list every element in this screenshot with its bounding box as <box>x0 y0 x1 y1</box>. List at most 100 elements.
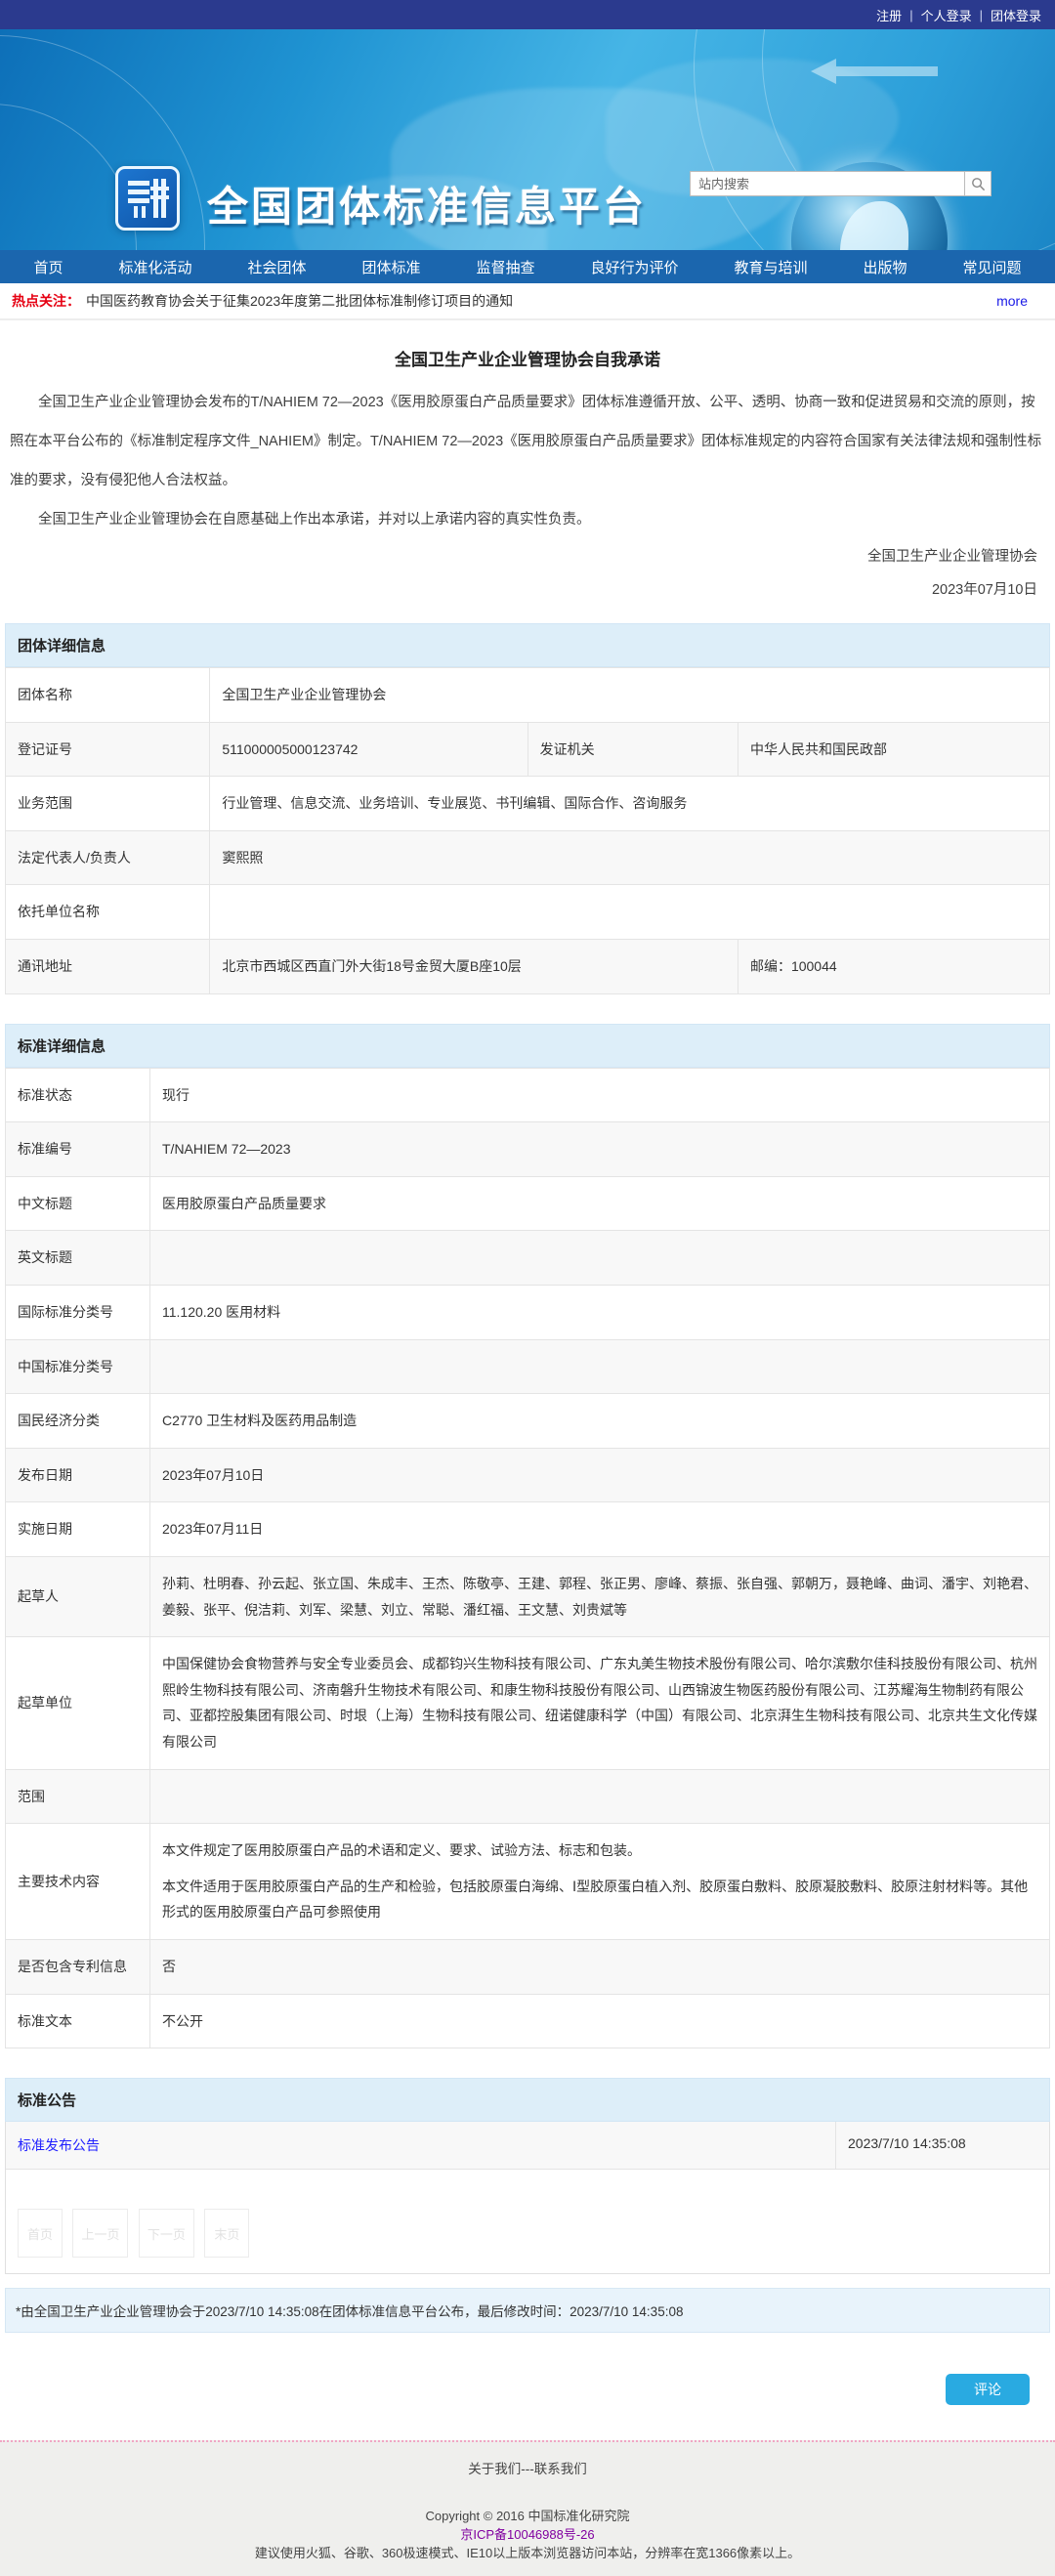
icp-license-link[interactable]: 京ICP备10046988号-26 <box>460 2527 594 2542</box>
table-row: 实施日期 2023年07月11日 <box>5 1501 1050 1557</box>
announcement-row: 标准发布公告 2023/7/10 14:35:08 <box>6 2122 1049 2171</box>
arrow-decoration <box>811 59 938 84</box>
footer-about-line: 关于我们---联系我们 <box>0 2458 1055 2477</box>
hot-notice-bar: 热点关注： 中国医药教育协会关于征集2023年度第二批团体标准制修订项目的通知 … <box>0 283 1055 320</box>
platform-logo-icon <box>115 166 180 231</box>
signer-date: 2023年07月10日 <box>931 582 1037 599</box>
drafting-units-value: 中国保健协会食物营养与安全专业委员会、成都钧兴生物科技有限公司、广东丸美生物技术… <box>149 1636 1050 1770</box>
row-label: 发布日期 <box>5 1447 150 1503</box>
nav-item-home[interactable]: 首页 <box>33 257 63 277</box>
nav-item-good-practice[interactable]: 良好行为评价 <box>590 257 678 277</box>
site-search <box>690 171 992 196</box>
promise-paragraph: 全国卫生产业企业管理协会在自愿基础上作出本承诺，并对以上承诺内容的真实性负责。 <box>38 511 591 528</box>
table-row: 登记证号 511000005000123742 发证机关 中华人民共和国民政部 <box>4 721 1051 778</box>
drafters-value: 孙莉、杜明春、孙云起、张立国、朱成丰、王杰、陈敬亭、王建、郭程、张正男、廖峰、蔡… <box>149 1555 1050 1638</box>
row-label: 实施日期 <box>5 1501 150 1557</box>
reg-no-value: 511000005000123742 <box>209 721 528 778</box>
section-title: 标准公告 <box>5 2078 1050 2123</box>
table-row: 起草人 孙莉、杜明春、孙云起、张立国、朱成丰、王杰、陈敬亭、王建、郭程、张正男、… <box>5 1555 1050 1638</box>
table-row: 发布日期 2023年07月10日 <box>5 1447 1050 1503</box>
pagination-first-button[interactable]: 首页 <box>18 2209 63 2259</box>
tech-content-value: 本文件规定了医用胶原蛋白产品的术语和定义、要求、试验方法、标志和包装。 本文件适… <box>149 1823 1050 1940</box>
comment-row: 评论 <box>0 2333 1055 2440</box>
legal-rep-value: 窦熙照 <box>209 829 1050 886</box>
table-row: 法定代表人/负责人 窦熙照 <box>4 829 1050 886</box>
row-label: 团体名称 <box>4 667 211 723</box>
promise-paragraph: 全国卫生产业企业管理协会发布的T/NAHIEM 72—2023《医用胶原蛋白产品… <box>10 395 1042 488</box>
copyright-text: Copyright © 2016 中国标准化研究院 <box>425 2509 630 2524</box>
row-label: 法定代表人/负责人 <box>4 829 211 886</box>
page: 注册 | 个人登录 | 团体登录 全国团体标准信息平台 站内搜索 首页 标准化活… <box>0 0 1055 2576</box>
tech-content-line: 本文件规定了医用胶原蛋白产品的术语和定义、要求、试验方法、标志和包装。 <box>162 1842 641 1859</box>
announcement-time: 2023/7/10 14:35:08 <box>835 2122 1049 2170</box>
row-label: 起草单位 <box>5 1636 150 1770</box>
nav-item-faq[interactable]: 常见问题 <box>962 257 1021 277</box>
row-label: 业务范围 <box>4 776 211 831</box>
pagination-last-button[interactable]: 末页 <box>204 2209 250 2259</box>
nav-item-education[interactable]: 教育与培训 <box>734 257 807 277</box>
tech-content-line: 本文件适用于医用胶原蛋白产品的生产和检验，包括胶原蛋白海绵、Ⅰ型胶原蛋白植入剂、… <box>162 1878 1029 1921</box>
register-link[interactable]: 注册 <box>876 6 902 24</box>
table-row: 英文标题 <box>5 1230 1050 1287</box>
announcement-link[interactable]: 标准发布公告 <box>18 2137 100 2153</box>
pagination-prev-button[interactable]: 上一页 <box>72 2209 129 2259</box>
separator: | <box>979 7 983 22</box>
postcode-value: 邮编：100044 <box>737 939 1051 994</box>
row-label: 依托单位名称 <box>4 884 211 941</box>
scope-value: 行业管理、信息交流、业务培训、专业展览、书刊编辑、国际合作、咨询服务 <box>209 776 1050 831</box>
group-login-link[interactable]: 团体登录 <box>991 6 1041 24</box>
table-row: 依托单位名称 <box>4 884 1050 941</box>
search-input[interactable] <box>690 171 965 196</box>
contact-us-link[interactable]: 联系我们 <box>534 2462 587 2476</box>
about-us-link[interactable]: 关于我们 <box>468 2462 521 2476</box>
section-title: 团体详细信息 <box>5 623 1050 668</box>
row-label: 通讯地址 <box>4 939 211 994</box>
browser-advice-text: 建议使用火狐、谷歌、360极速模式、IE10以上版本浏览器访问本站，分辨率在宽1… <box>254 2546 801 2561</box>
table-row: 范围 <box>5 1768 1050 1825</box>
row-label: 中国标准分类号 <box>5 1338 150 1395</box>
hot-notice-link[interactable]: 中国医药教育协会关于征集2023年度第二批团体标准制修订项目的通知 <box>86 291 513 311</box>
nav-item-group-standards[interactable]: 团体标准 <box>361 257 420 277</box>
rely-unit-value <box>209 884 1050 941</box>
group-name-value: 全国卫生产业企业管理协会 <box>209 667 1050 723</box>
standard-info-table: 标准状态 现行 标准编号 T/NAHIEM 72—2023 中文标题 医用胶原蛋… <box>5 1067 1050 2049</box>
row-label: 范围 <box>5 1768 150 1825</box>
comment-button[interactable]: 评论 <box>946 2374 1030 2406</box>
more-link[interactable]: more <box>996 293 1028 309</box>
pagination-next-button[interactable]: 下一页 <box>138 2209 194 2259</box>
address-value: 北京市西城区西直门外大街18号金贸大厦B座10层 <box>209 939 738 994</box>
table-row: 国民经济分类 C2770 卫生材料及医药用品制造 <box>5 1393 1050 1449</box>
row-label: 国民经济分类 <box>5 1393 150 1449</box>
table-row: 中国标准分类号 <box>5 1338 1050 1395</box>
promise-text: 全国卫生产业企业管理协会发布的T/NAHIEM 72—2023《医用胶原蛋白产品… <box>0 384 1055 540</box>
signer-name: 全国卫生产业企业管理协会 <box>867 548 1037 565</box>
personal-login-link[interactable]: 个人登录 <box>921 6 972 24</box>
ccs-value <box>149 1338 1050 1395</box>
status-value: 现行 <box>149 1067 1050 1123</box>
nav-item-standardization-activities[interactable]: 标准化活动 <box>118 257 191 277</box>
search-button[interactable] <box>965 171 992 196</box>
standard-no-value: T/NAHIEM 72—2023 <box>149 1121 1050 1177</box>
row-label: 标准文本 <box>5 1993 150 2049</box>
economy-class-value: C2770 卫生材料及医药用品制造 <box>149 1393 1050 1449</box>
table-row: 国际标准分类号 11.120.20 医用材料 <box>5 1285 1050 1340</box>
announcement-section: 标准公告 标准发布公告 2023/7/10 14:35:08 首页 上一页 下一… <box>5 2078 1050 2275</box>
row-label: 标准编号 <box>5 1121 150 1177</box>
nav-item-social-groups[interactable]: 社会团体 <box>247 257 306 277</box>
table-row: 团体名称 全国卫生产业企业管理协会 <box>4 667 1050 723</box>
row-label: 是否包含专利信息 <box>5 1938 150 1995</box>
table-row: 标准状态 现行 <box>5 1067 1050 1123</box>
publish-date-value: 2023年07月10日 <box>149 1447 1050 1503</box>
main-nav: 首页 标准化活动 社会团体 团体标准 监督抽查 良好行为评价 教育与培训 出版物… <box>0 250 1055 283</box>
nav-item-publications[interactable]: 出版物 <box>863 257 907 277</box>
table-row: 主要技术内容 本文件规定了医用胶原蛋白产品的术语和定义、要求、试验方法、标志和包… <box>5 1823 1050 1940</box>
row-label: 起草人 <box>5 1555 150 1638</box>
table-row: 标准编号 T/NAHIEM 72—2023 <box>5 1121 1050 1177</box>
table-row: 标准文本 不公开 <box>5 1993 1050 2049</box>
nav-item-supervision[interactable]: 监督抽查 <box>476 257 534 277</box>
row-label: 主要技术内容 <box>5 1823 150 1940</box>
row-label: 英文标题 <box>5 1230 150 1287</box>
announcement-box: 标准发布公告 2023/7/10 14:35:08 首页 上一页 下一页 末页 <box>5 2122 1050 2275</box>
row-label: 登记证号 <box>4 721 211 778</box>
page-title: 全国卫生产业企业管理协会自我承诺 <box>395 351 660 369</box>
